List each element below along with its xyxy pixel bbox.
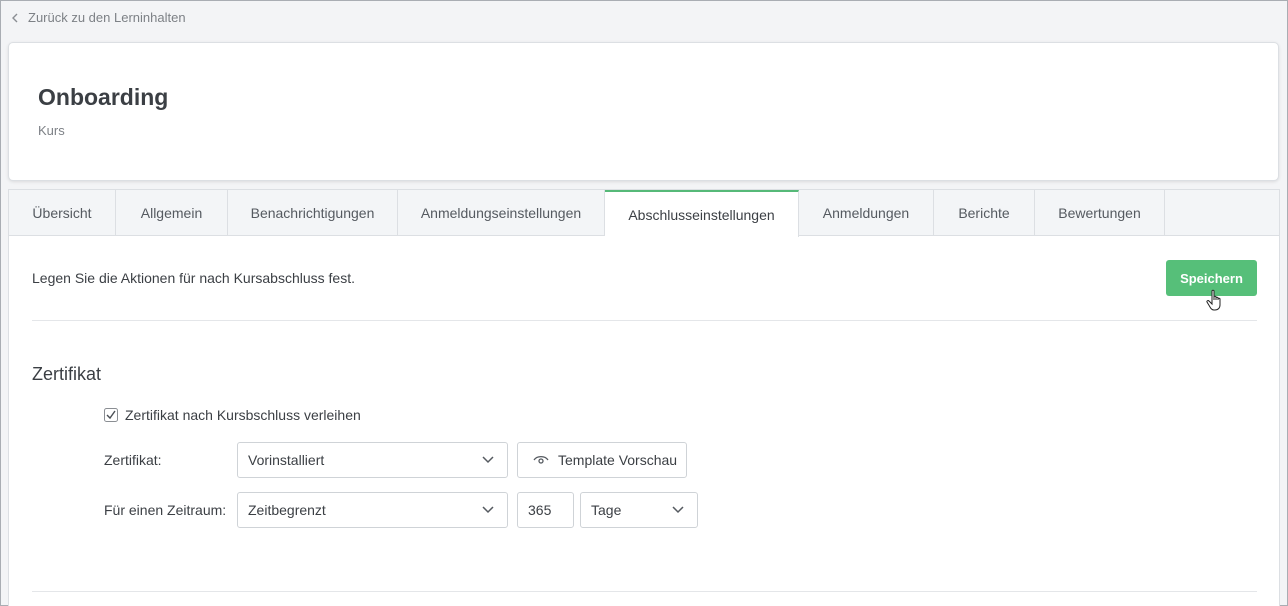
certificate-select[interactable]: Vorinstalliert [237,442,508,478]
tab-benachrichtigungen[interactable]: Benachrichtigungen [228,190,398,236]
duration-unit-value: Tage [591,502,622,518]
chevron-down-icon [672,506,684,514]
tab-allgemein[interactable]: Allgemein [116,190,228,236]
duration-unit-select[interactable]: Tage [580,492,698,528]
chevron-down-icon [482,456,494,464]
period-select[interactable]: Zeitbegrenzt [237,492,508,528]
template-preview-label: Template Vorschau [558,452,678,468]
template-preview-button[interactable]: Template Vorschau [517,442,687,478]
back-link[interactable]: Zurück zu den Lerninhalten [10,10,186,25]
chevron-down-icon [482,506,494,514]
period-label: Für einen Zeitraum: [104,502,227,518]
course-header-card: Onboarding Kurs [8,42,1279,181]
period-select-value: Zeitbegrenzt [248,502,326,518]
eye-icon [533,455,549,464]
tab-bewertungen[interactable]: Bewertungen [1035,190,1165,236]
back-link-label[interactable]: Zurück zu den Lerninhalten [28,10,186,25]
certificate-section-title: Zertifikat [32,364,102,384]
tab-anmeldungen[interactable]: Anmeldungen [799,190,934,236]
certificate-label: Zertifikat: [104,452,162,468]
tab-bar: Übersicht Allgemein Benachrichtigungen A… [9,190,1279,237]
tab-anmeldungseinstellungen[interactable]: Anmeldungseinstellungen [398,190,605,236]
section-divider-bottom [32,591,1257,592]
certificate-select-value: Vorinstalliert [248,452,325,468]
tab-uebersicht[interactable]: Übersicht [9,190,116,236]
intro-text: Legen Sie die Aktionen für nach Kursabsc… [32,270,355,286]
settings-panel: Übersicht Allgemein Benachrichtigungen A… [8,189,1280,606]
page-subtitle: Kurs [38,123,65,138]
checkbox-checked-icon[interactable] [104,408,118,422]
tab-abschlusseinstellungen[interactable]: Abschlusseinstellungen [605,190,799,237]
tab-berichte[interactable]: Berichte [934,190,1035,236]
certificate-checkbox-label[interactable]: Zertifikat nach Kursbschluss verleihen [125,407,361,423]
page-title: Onboarding [38,84,169,110]
hand-cursor-icon [1206,289,1221,311]
chevron-left-icon [12,13,18,22]
certificate-checkbox-row[interactable]: Zertifikat nach Kursbschluss verleihen [104,407,361,423]
duration-input[interactable] [517,492,574,528]
section-divider [32,320,1257,321]
